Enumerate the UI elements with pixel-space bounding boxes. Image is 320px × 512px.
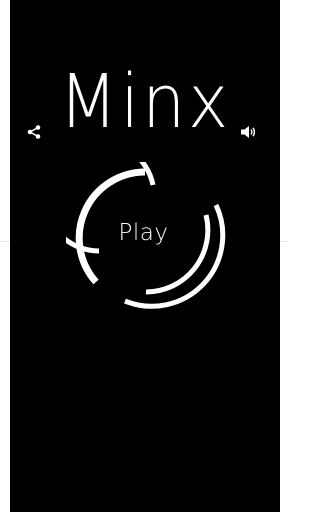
share-button[interactable]	[26, 124, 42, 140]
play-label[interactable]: Play	[66, 218, 221, 248]
play-button[interactable]: Play	[66, 162, 226, 312]
game-screen: Minx Play	[10, 0, 280, 512]
speaker-icon	[241, 126, 256, 138]
game-title: Minx	[58, 59, 232, 145]
share-icon	[27, 125, 41, 139]
sound-toggle-button[interactable]	[240, 124, 258, 140]
